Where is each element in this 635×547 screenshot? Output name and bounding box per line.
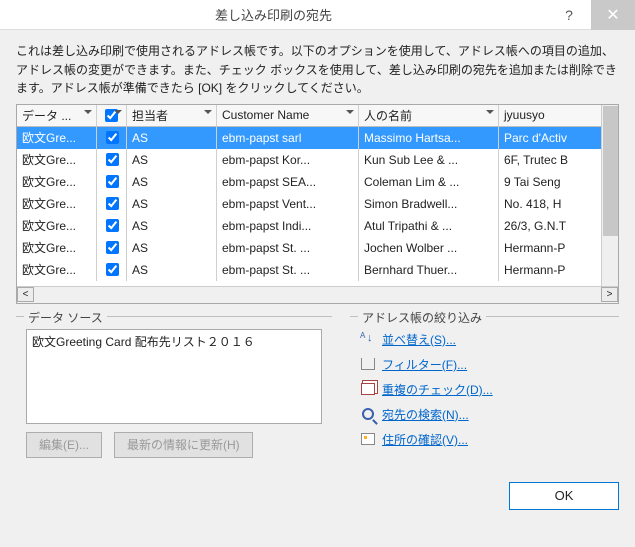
duplicates-link[interactable]: 重複のチェック(D)... (382, 381, 493, 398)
cell-tantou[interactable]: AS (127, 259, 217, 281)
cell-customer[interactable]: ebm-papst St. ... (217, 237, 359, 259)
data-source-group: データ ソース 欧文Greeting Card 配布先リスト２０１６ 編集(E)… (16, 316, 332, 468)
col-customer-name[interactable]: Customer Name (217, 105, 359, 127)
cell-checkbox[interactable] (97, 215, 127, 237)
cell-data-source[interactable]: 欧文Gre... (17, 127, 97, 149)
find-link[interactable]: 宛先の検索(N)... (382, 406, 469, 423)
close-button[interactable]: ✕ (591, 0, 635, 30)
dropdown-arrow-icon (346, 110, 354, 118)
sort-link[interactable]: 並べ替え(S)... (382, 331, 456, 348)
data-source-legend: データ ソース (24, 309, 107, 326)
cell-tantou[interactable]: AS (127, 149, 217, 171)
scroll-left-button[interactable]: < (17, 287, 34, 302)
row-checkbox[interactable] (106, 175, 119, 188)
refine-links: 並べ替え(S)... フィルター(F)... 重複のチェック(D)... 宛先の… (360, 329, 609, 448)
cell-person[interactable]: Coleman Lim & ... (359, 171, 499, 193)
cell-person[interactable]: Kun Sub Lee & ... (359, 149, 499, 171)
cell-data-source[interactable]: 欧文Gre... (17, 237, 97, 259)
cell-data-source[interactable]: 欧文Gre... (17, 215, 97, 237)
dialog-title: 差し込み印刷の宛先 (0, 5, 547, 24)
filter-icon (360, 356, 376, 372)
cell-checkbox[interactable] (97, 237, 127, 259)
duplicates-row: 重複のチェック(D)... (360, 381, 609, 398)
scrollbar-track[interactable] (34, 287, 601, 302)
cell-checkbox[interactable] (97, 193, 127, 215)
sort-icon (360, 331, 376, 347)
validate-row: 住所の確認(V)... (360, 431, 609, 448)
titlebar: 差し込み印刷の宛先 ? ✕ (0, 0, 635, 30)
cell-data-source[interactable]: 欧文Gre... (17, 259, 97, 281)
cell-data-source[interactable]: 欧文Gre... (17, 171, 97, 193)
sort-row: 並べ替え(S)... (360, 331, 609, 348)
cell-checkbox[interactable] (97, 149, 127, 171)
ok-button[interactable]: OK (509, 482, 619, 510)
row-checkbox[interactable] (106, 153, 119, 166)
refine-group: アドレス帳の絞り込み 並べ替え(S)... フィルター(F)... 重複のチェッ… (350, 316, 619, 468)
search-icon (360, 406, 376, 422)
scroll-right-button[interactable]: > (601, 287, 618, 302)
footer: OK (16, 482, 619, 510)
description-text: これは差し込み印刷で使用されるアドレス帳です。以下のオプションを使用して、アドレ… (16, 42, 619, 98)
refresh-button[interactable]: 最新の情報に更新(H) (114, 432, 253, 458)
cell-person[interactable]: Simon Bradwell... (359, 193, 499, 215)
find-row: 宛先の検索(N)... (360, 406, 609, 423)
dropdown-arrow-icon (114, 110, 122, 118)
cell-data-source[interactable]: 欧文Gre... (17, 149, 97, 171)
cell-checkbox[interactable] (97, 259, 127, 281)
data-source-listbox[interactable]: 欧文Greeting Card 配布先リスト２０１６ (26, 329, 322, 424)
row-checkbox[interactable] (106, 131, 119, 144)
horizontal-scrollbar[interactable]: < > (17, 286, 618, 303)
col-data-source[interactable]: データ ... (17, 105, 97, 127)
filter-row: フィルター(F)... (360, 356, 609, 373)
dropdown-arrow-icon (84, 110, 92, 118)
cell-tantou[interactable]: AS (127, 215, 217, 237)
cell-customer[interactable]: ebm-papst Vent... (217, 193, 359, 215)
col-checkbox[interactable] (97, 105, 127, 127)
scrollbar-thumb[interactable] (603, 106, 618, 236)
data-source-buttons: 編集(E)... 最新の情報に更新(H) (26, 432, 322, 458)
row-checkbox[interactable] (106, 197, 119, 210)
cell-customer[interactable]: ebm-papst St. ... (217, 259, 359, 281)
cell-tantou[interactable]: AS (127, 237, 217, 259)
address-icon (360, 431, 376, 447)
edit-button[interactable]: 編集(E)... (26, 432, 102, 458)
cell-checkbox[interactable] (97, 171, 127, 193)
help-button[interactable]: ? (547, 0, 591, 30)
recipients-grid: データ ... 担当者 Customer Name 人の名前 jyuusyo 欧… (16, 104, 619, 304)
cell-customer[interactable]: ebm-papst SEA... (217, 171, 359, 193)
cell-tantou[interactable]: AS (127, 127, 217, 149)
cell-person[interactable]: Massimo Hartsa... (359, 127, 499, 149)
vertical-scrollbar[interactable] (601, 105, 618, 286)
duplicates-icon (360, 381, 376, 397)
cell-customer[interactable]: ebm-papst Indi... (217, 215, 359, 237)
data-source-item[interactable]: 欧文Greeting Card 配布先リスト２０１６ (32, 333, 316, 350)
cell-customer[interactable]: ebm-papst Kor... (217, 149, 359, 171)
col-person-name[interactable]: 人の名前 (359, 105, 499, 127)
cell-person[interactable]: Jochen Wolber ... (359, 237, 499, 259)
cell-data-source[interactable]: 欧文Gre... (17, 193, 97, 215)
cell-person[interactable]: Bernhard Thuer... (359, 259, 499, 281)
cell-tantou[interactable]: AS (127, 193, 217, 215)
cell-checkbox[interactable] (97, 127, 127, 149)
content: これは差し込み印刷で使用されるアドレス帳です。以下のオプションを使用して、アドレ… (0, 30, 635, 524)
cell-person[interactable]: Atul Tripathi & ... (359, 215, 499, 237)
cell-customer[interactable]: ebm-papst sarl (217, 127, 359, 149)
dropdown-arrow-icon (204, 110, 212, 118)
dropdown-arrow-icon (486, 110, 494, 118)
validate-link[interactable]: 住所の確認(V)... (382, 431, 468, 448)
cell-tantou[interactable]: AS (127, 171, 217, 193)
lower-panel: データ ソース 欧文Greeting Card 配布先リスト２０１６ 編集(E)… (16, 316, 619, 468)
refine-legend: アドレス帳の絞り込み (358, 309, 486, 326)
row-checkbox[interactable] (106, 241, 119, 254)
filter-link[interactable]: フィルター(F)... (382, 356, 467, 373)
col-tantousha[interactable]: 担当者 (127, 105, 217, 127)
row-checkbox[interactable] (106, 263, 119, 276)
row-checkbox[interactable] (106, 219, 119, 232)
